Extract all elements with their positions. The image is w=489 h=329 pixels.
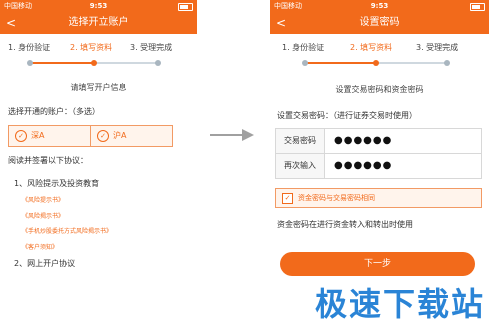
password-value[interactable]: ●●●●●●: [334, 129, 392, 153]
section-online-label: 2、网上开户协议: [14, 259, 76, 268]
step-fill-info: 2. 填写资料: [70, 43, 113, 52]
password-value[interactable]: ●●●●●●: [334, 154, 392, 178]
same-password-checkbox[interactable]: ✓ 资金密码与交易密码相同: [275, 188, 482, 208]
step-complete: 3. 受理完成: [416, 43, 459, 52]
progress-dot-3: [444, 60, 450, 66]
step-complete: 3. 受理完成: [130, 43, 173, 52]
agreement-link[interactable]: 《客户须知》: [22, 242, 58, 251]
field-label: 交易密码: [276, 129, 325, 153]
progress-dot-1: [27, 60, 33, 66]
step-identity: 1. 身份验证: [8, 43, 51, 52]
time-label: 9:53: [89, 2, 108, 10]
step-fill-info: 2. 填写资料: [350, 43, 393, 52]
next-button[interactable]: 下一步: [280, 252, 475, 276]
progress-dot-1: [302, 60, 308, 66]
market-option-sh[interactable]: ✓ 沪A: [90, 126, 172, 146]
step-indicator: 1. 身份验证 2. 填写资料 3. 受理完成: [270, 42, 489, 56]
market-label: 沪A: [113, 131, 127, 140]
form-subtitle: 设置交易密码和资金密码: [335, 85, 424, 94]
check-circle-icon: ✓: [97, 130, 109, 142]
battery-icon: [178, 3, 193, 11]
nav-bar: < 设置密码: [270, 12, 489, 34]
step-indicator: 1. 身份验证 2. 填写资料 3. 受理完成: [0, 42, 197, 56]
progress-dot-2: [373, 60, 379, 66]
field-label: 再次输入: [276, 154, 325, 178]
section-risk-label: 1、风险提示及投资教育: [14, 179, 100, 188]
market-option-sz[interactable]: ✓ 深A: [9, 126, 90, 146]
market-selector: ✓ 深A ✓ 沪A: [8, 125, 173, 147]
progress-dot-2: [91, 60, 97, 66]
read-agreements-label: 阅读并签署以下协议：: [8, 156, 88, 165]
checkbox-icon: ✓: [282, 193, 293, 204]
confirm-password-field[interactable]: 再次输入 ●●●●●●: [275, 153, 482, 179]
trade-password-label: 设置交易密码：（进行证券交易时使用）: [277, 111, 417, 120]
agreement-link[interactable]: 《风险揭示书》: [22, 211, 64, 220]
fund-password-note: 资金密码在进行资金转入和转出时使用: [277, 220, 413, 229]
step-identity: 1. 身份验证: [282, 43, 325, 52]
arrow-right-icon: [210, 129, 254, 141]
phone-select-account: 中国移动 9:53 < 选择开立账户 1. 身份验证 2. 填写资料 3. 受理…: [0, 0, 197, 329]
page-title: 选择开立账户: [68, 17, 129, 28]
agreement-link[interactable]: 《手机炒股委托方式风险揭示书》: [22, 226, 112, 235]
page-title: 设置密码: [359, 17, 400, 28]
status-bar: 中国移动 9:53: [0, 0, 197, 12]
composite-screenshot: 中国移动 9:53 < 选择开立账户 1. 身份验证 2. 填写资料 3. 受理…: [0, 0, 489, 329]
progress-fill: [30, 62, 94, 64]
progress-fill: [305, 62, 376, 64]
agreement-link[interactable]: 《风险提示书》: [22, 195, 64, 204]
market-label: 深A: [31, 131, 45, 140]
time-label: 9:53: [370, 2, 389, 10]
watermark-logo: 极速下载站: [314, 285, 485, 323]
trade-password-field[interactable]: 交易密码 ●●●●●●: [275, 128, 482, 154]
checkbox-label: 资金密码与交易密码相同: [298, 194, 375, 202]
progress-dot-3: [155, 60, 161, 66]
select-account-label: 选择开通的账户：（多选）: [8, 107, 100, 116]
status-bar: 中国移动 9:53: [270, 0, 489, 12]
battery-icon: [470, 3, 485, 11]
form-subtitle: 请填写开户信息: [70, 83, 127, 92]
check-circle-icon: ✓: [15, 130, 27, 142]
nav-bar: < 选择开立账户: [0, 12, 197, 34]
